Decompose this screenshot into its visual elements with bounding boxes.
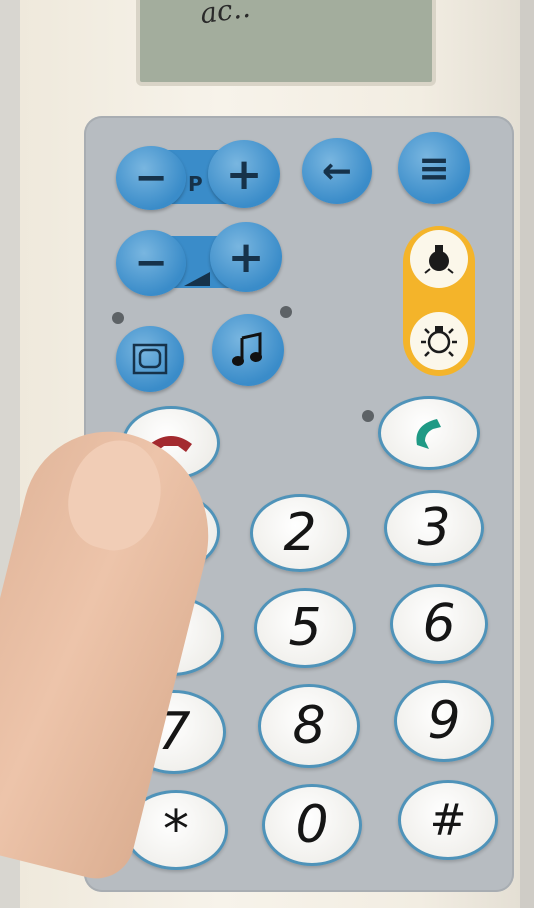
digit-9-button[interactable]: 9 <box>394 680 494 762</box>
p-label: P <box>188 172 203 196</box>
phone-photo: ac.. − P + ← ≡ − + 2 3 5 6 7 8 9 * 0 # <box>0 0 534 908</box>
indicator-dot <box>362 410 374 422</box>
p-plus-button[interactable]: + <box>208 140 280 208</box>
indicator-dot <box>112 312 124 324</box>
call-button[interactable] <box>378 396 480 470</box>
volume-up-button[interactable]: + <box>210 222 282 292</box>
p-minus-button[interactable]: − <box>116 146 186 210</box>
mute-icon <box>132 343 168 375</box>
indicator-dot <box>280 306 292 318</box>
lamp-off-icon <box>424 245 454 274</box>
digit-8-button[interactable]: 8 <box>258 684 360 768</box>
plus-icon: + <box>225 148 263 200</box>
menu-button[interactable]: ≡ <box>398 132 470 204</box>
lamp-off-button[interactable] <box>410 230 468 288</box>
digit-6-button[interactable]: 6 <box>390 584 488 664</box>
music-button[interactable] <box>212 314 284 386</box>
digit-5-button[interactable]: 5 <box>254 588 356 668</box>
call-icon <box>416 419 441 449</box>
digit-2-button[interactable]: 2 <box>250 494 350 572</box>
digit-0-button[interactable]: 0 <box>262 784 362 866</box>
back-button[interactable]: ← <box>302 138 372 204</box>
menu-icon: ≡ <box>418 146 450 190</box>
digit-3-button[interactable]: 3 <box>384 490 484 566</box>
lcd-screen <box>136 0 436 86</box>
lamp-on-button[interactable] <box>410 312 468 370</box>
volume-down-button[interactable]: − <box>116 230 186 296</box>
plus-icon: + <box>227 231 265 283</box>
minus-icon: − <box>134 155 168 201</box>
lamp-on-icon <box>421 326 457 357</box>
mute-button[interactable] <box>116 326 184 392</box>
minus-icon: − <box>134 240 168 286</box>
music-note-icon <box>232 332 262 366</box>
hash-button[interactable]: # <box>398 780 498 860</box>
back-arrow-icon: ← <box>321 150 353 192</box>
